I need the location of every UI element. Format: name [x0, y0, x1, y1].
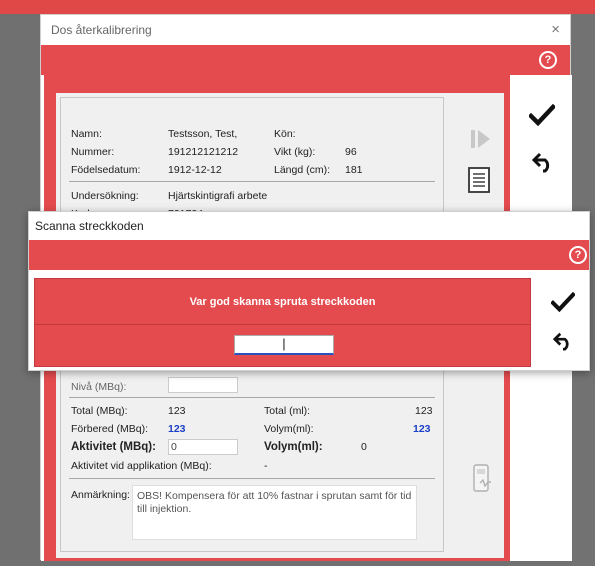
dialog-titlebar: Dos återkalibrering [41, 15, 570, 45]
help-bar: ? [41, 45, 570, 75]
help-icon[interactable]: ? [539, 51, 557, 69]
birthdate-value: 1912-12-12 [168, 164, 222, 176]
total-mbq-label: Total (MBq): [71, 405, 128, 417]
prepared-value: 123 [168, 423, 186, 435]
scan-action-column [535, 278, 591, 367]
name-value: Testsson, Test, [168, 128, 238, 140]
activity-application-value: - [264, 460, 268, 472]
scan-content-panel: Var god skanna spruta streckkoden | [34, 278, 531, 367]
undo-icon[interactable] [531, 151, 555, 176]
note-textarea[interactable]: OBS! Kompensera för att 10% fastnar i sp… [132, 485, 417, 540]
close-icon[interactable]: × [551, 21, 560, 38]
total-ml-value: 123 [415, 405, 433, 417]
scan-barcode-dialog: Scanna streckkoden ? Var god skanna spru… [28, 211, 590, 371]
divider [69, 181, 435, 182]
activity-label: Aktivitet (MBq): [71, 441, 156, 453]
dialog-title: Dos återkalibrering [51, 23, 152, 37]
total-mbq-value: 123 [168, 405, 186, 417]
partial-label: Nivå (MBq): [71, 381, 127, 393]
background-app-header [0, 0, 595, 14]
total-ml-label: Total (ml): [264, 405, 311, 417]
prepared-label: Förbered (MBq): [71, 423, 149, 435]
weight-label: Vikt (kg): [274, 146, 316, 158]
syringe-device-icon [471, 463, 493, 498]
divider [69, 397, 435, 398]
number-label: Nummer: [71, 146, 115, 158]
divider [69, 478, 435, 479]
exam-value: Hjärtskintigrafi arbete [168, 190, 268, 202]
name-label: Namn: [71, 128, 102, 140]
exam-label: Undersökning: [71, 190, 139, 202]
height-value: 181 [345, 164, 363, 176]
activity-input[interactable]: 0 [168, 439, 238, 455]
partial-input[interactable] [168, 377, 238, 393]
confirm-check-icon[interactable] [550, 291, 576, 315]
note-label: Anmärkning: [71, 489, 130, 501]
play-step-icon[interactable] [468, 127, 492, 154]
help-icon[interactable]: ? [569, 246, 587, 264]
volume-label: Volym(ml): [264, 441, 323, 453]
scan-dialog-title: Scanna streckkoden [35, 219, 144, 233]
number-value: 191212121212 [168, 146, 239, 158]
height-label: Längd (cm): [274, 164, 331, 176]
scan-message: Var god skanna spruta streckkoden [35, 279, 530, 325]
volume-ml-value: 123 [413, 423, 431, 435]
activity-application-label: Aktivitet vid applikation (MBq): [71, 460, 212, 472]
scan-help-bar: ? [29, 240, 589, 270]
report-icon[interactable] [467, 167, 491, 196]
volume-value: 0 [361, 441, 367, 453]
undo-icon[interactable] [552, 331, 574, 354]
confirm-check-icon[interactable] [527, 103, 557, 129]
birthdate-label: Födelsedatum: [71, 164, 141, 176]
gender-label: Kön: [274, 128, 296, 140]
volume-ml-label: Volym(ml): [264, 423, 314, 435]
barcode-input[interactable]: | [234, 335, 334, 355]
weight-value: 96 [345, 146, 357, 158]
